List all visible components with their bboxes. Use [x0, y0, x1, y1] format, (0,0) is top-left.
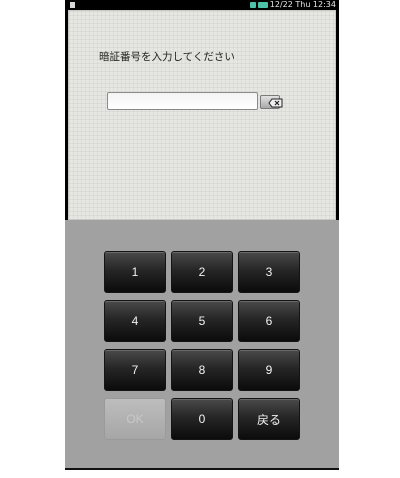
pin-entry-panel: 暗証番号を入力してください [68, 10, 336, 220]
ok-button[interactable]: OK [104, 398, 166, 440]
key-2[interactable]: 2 [171, 251, 233, 293]
key-0[interactable]: 0 [171, 398, 233, 440]
backspace-button[interactable] [260, 95, 283, 109]
key-8[interactable]: 8 [171, 349, 233, 391]
wifi-icon [249, 2, 256, 8]
status-datetime: 12/22 Thu 12:34 [269, 0, 336, 9]
backspace-icon [268, 98, 283, 108]
status-bar: 12/22 Thu 12:34 [65, 0, 339, 10]
key-5[interactable]: 5 [171, 300, 233, 342]
notification-icon [70, 2, 75, 8]
key-4[interactable]: 4 [104, 300, 166, 342]
key-6[interactable]: 6 [238, 300, 300, 342]
bottom-bar [65, 468, 339, 470]
battery-icon [257, 2, 268, 8]
key-1[interactable]: 1 [104, 251, 166, 293]
pin-input[interactable] [107, 92, 258, 110]
keypad: 1 2 3 4 5 6 7 8 9 OK 0 戻る [65, 220, 339, 468]
status-bar-right: 12/22 Thu 12:34 [249, 0, 336, 10]
back-button[interactable]: 戻る [238, 398, 300, 440]
key-9[interactable]: 9 [238, 349, 300, 391]
key-3[interactable]: 3 [238, 251, 300, 293]
key-7[interactable]: 7 [104, 349, 166, 391]
device-screen: 12/22 Thu 12:34 暗証番号を入力してください 1 2 3 4 5 … [65, 0, 339, 470]
pin-prompt: 暗証番号を入力してください [99, 51, 235, 63]
